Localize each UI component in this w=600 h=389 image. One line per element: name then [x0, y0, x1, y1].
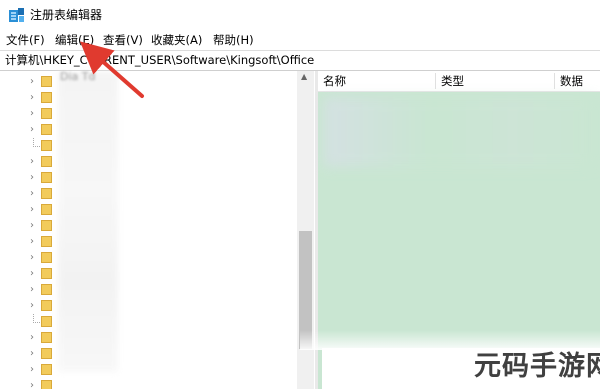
tree-item[interactable]: › [0, 250, 300, 266]
title-bar: 注册表编辑器 [0, 0, 600, 30]
tree-item[interactable]: › [0, 106, 300, 122]
chevron-right-icon[interactable]: › [30, 348, 34, 360]
bottom-fade [300, 330, 600, 350]
folder-icon [41, 252, 52, 263]
chevron-right-icon[interactable]: › [30, 204, 34, 216]
registry-tree[interactable]: › › › › › › › › › › › › › › › › › › [0, 71, 314, 389]
tree-item[interactable]: › [0, 298, 300, 314]
tree-item[interactable] [0, 314, 300, 330]
tree-item[interactable]: › [0, 362, 300, 378]
tree-item[interactable] [0, 138, 300, 154]
folder-icon [41, 172, 52, 183]
column-type[interactable]: 类型 [441, 71, 464, 91]
chevron-right-icon[interactable]: › [30, 108, 34, 120]
tree-item[interactable]: › [0, 74, 300, 90]
scroll-up-icon[interactable]: ▲ [301, 73, 307, 81]
chevron-right-icon[interactable]: › [30, 236, 34, 248]
tree-item[interactable]: › [0, 154, 300, 170]
tree-item[interactable]: › [0, 378, 300, 389]
chevron-right-icon[interactable]: › [30, 92, 34, 104]
chevron-right-icon[interactable]: › [30, 172, 34, 184]
folder-icon [41, 348, 52, 359]
tree-item[interactable]: › [0, 346, 300, 362]
tree-item[interactable]: › [0, 90, 300, 106]
chevron-right-icon[interactable]: › [30, 156, 34, 168]
regedit-icon [9, 8, 24, 22]
folder-icon [41, 204, 52, 215]
chevron-right-icon[interactable]: › [30, 252, 34, 264]
tree-item[interactable]: › [0, 170, 300, 186]
chevron-right-icon[interactable]: › [30, 364, 34, 376]
menu-bar: 文件(F) 编辑(E) 查看(V) 收藏夹(A) 帮助(H) [0, 31, 600, 49]
menu-edit[interactable]: 编辑(E) [55, 31, 94, 49]
chevron-right-icon[interactable]: › [30, 284, 34, 296]
folder-icon [41, 92, 52, 103]
chevron-right-icon[interactable]: › [30, 220, 34, 232]
chevron-right-icon[interactable]: › [30, 268, 34, 280]
menu-file[interactable]: 文件(F) [6, 31, 45, 49]
tree-item[interactable]: › [0, 122, 300, 138]
folder-icon [41, 108, 52, 119]
tree-item-partial-label: Dia Td [60, 70, 96, 83]
folder-icon [41, 220, 52, 231]
folder-icon [41, 76, 52, 87]
folder-icon [41, 364, 52, 375]
watermark-text: 元码手游网 [474, 351, 600, 382]
tree-item[interactable]: › [0, 202, 300, 218]
tree-item[interactable]: › [0, 234, 300, 250]
chevron-right-icon[interactable]: › [30, 332, 34, 344]
chevron-right-icon[interactable]: › [30, 380, 34, 389]
tree-item[interactable]: › [0, 186, 300, 202]
menu-help[interactable]: 帮助(H) [213, 31, 254, 49]
menu-favorites[interactable]: 收藏夹(A) [151, 31, 202, 49]
address-bar[interactable]: 计算机\HKEY_CURRENT_USER\Software\Kingsoft\… [0, 50, 600, 71]
folder-icon [41, 140, 52, 151]
chevron-right-icon[interactable]: › [30, 124, 34, 136]
folder-icon [41, 284, 52, 295]
chevron-right-icon[interactable]: › [30, 76, 34, 88]
obscured-values [324, 97, 594, 167]
address-path[interactable]: 计算机\HKEY_CURRENT_USER\Software\Kingsoft\… [5, 51, 314, 70]
column-separator[interactable] [554, 73, 555, 89]
folder-icon [41, 124, 52, 135]
column-name[interactable]: 名称 [323, 71, 346, 91]
folder-icon [41, 300, 52, 311]
chevron-right-icon[interactable]: › [30, 300, 34, 312]
window-title: 注册表编辑器 [30, 8, 103, 22]
obscured-tree-labels [58, 72, 118, 372]
tree-item[interactable]: › [0, 218, 300, 234]
values-header: 名称 类型 数据 [318, 71, 600, 92]
folder-icon [41, 380, 52, 389]
menu-view[interactable]: 查看(V) [103, 31, 143, 49]
folder-icon [41, 156, 52, 167]
folder-icon [41, 236, 52, 247]
tree-item[interactable]: › [0, 266, 300, 282]
column-separator[interactable] [435, 73, 436, 89]
tree-item[interactable]: › [0, 282, 300, 298]
folder-icon [41, 188, 52, 199]
folder-icon [41, 332, 52, 343]
tree-item[interactable]: › [0, 330, 300, 346]
chevron-right-icon[interactable]: › [30, 188, 34, 200]
folder-icon [41, 316, 52, 327]
column-data[interactable]: 数据 [560, 71, 583, 91]
folder-icon [41, 268, 52, 279]
